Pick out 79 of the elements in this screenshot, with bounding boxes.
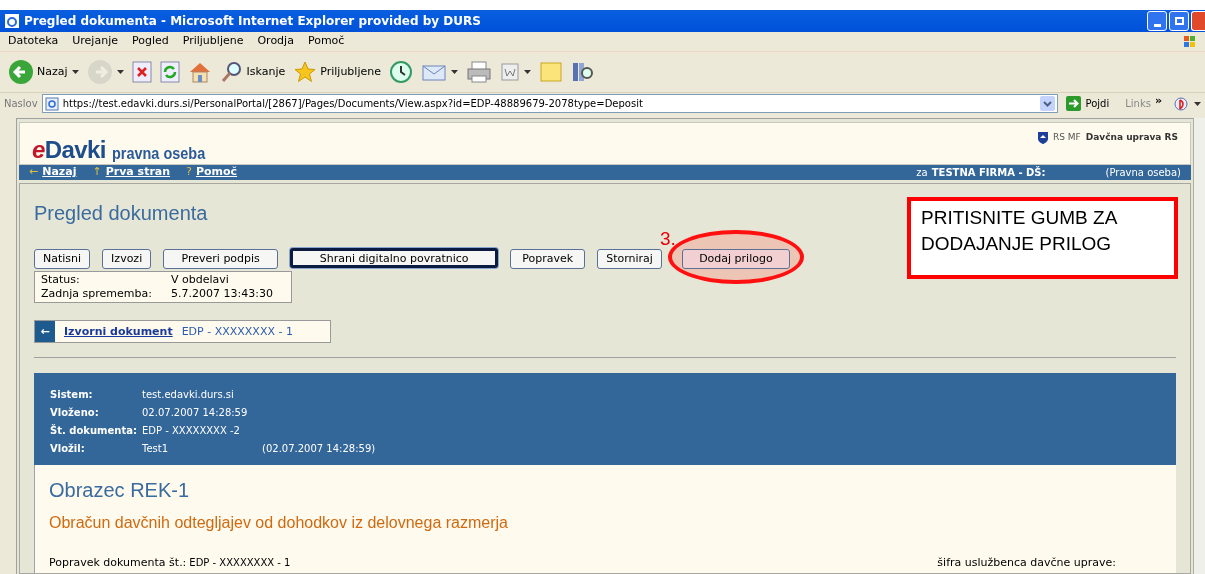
menu-item[interactable]: Orodja	[257, 33, 294, 50]
action-button[interactable]: Popravek	[510, 249, 586, 270]
status-label: Status:	[41, 273, 81, 288]
officer-code-label: šifra uslužbenca davčne uprave:	[937, 555, 1116, 572]
status-value: V obdelavi	[171, 273, 230, 288]
document-icon	[499, 62, 520, 82]
vertical-scrollbar[interactable]	[1193, 118, 1205, 574]
windows-flag-icon	[1183, 34, 1197, 49]
books-icon	[570, 60, 595, 84]
user-prefix: za	[916, 166, 928, 180]
history-clock-icon	[388, 60, 413, 84]
toolbar-button[interactable]: Iskanje	[219, 60, 286, 84]
refresh-icon	[159, 61, 180, 83]
action-button[interactable]: Natisni	[34, 249, 91, 270]
ie-page-icon	[44, 96, 59, 111]
dropdown-caret-icon[interactable]	[523, 70, 531, 74]
info-label: Št. dokumenta:	[50, 423, 138, 439]
toolbar-button[interactable]	[570, 60, 595, 84]
action-button[interactable]: Dodaj prilogo	[681, 249, 790, 270]
nav-link[interactable]: ? Pomoč	[186, 164, 238, 181]
site-subtitle: pravna oseba	[111, 145, 205, 162]
go-button[interactable]: Pojdi	[1062, 96, 1114, 111]
ie-page-icon	[4, 13, 20, 29]
info-label: Vloženo:	[50, 406, 100, 421]
printer-icon	[465, 60, 492, 84]
minimize-button[interactable]	[1147, 11, 1167, 31]
close-button[interactable]	[1191, 11, 1205, 31]
toolbar-button[interactable]: Priljubljene	[293, 60, 381, 84]
toolbar-button[interactable]	[388, 60, 413, 84]
pdf-icon[interactable]	[1174, 95, 1190, 112]
search-icon	[219, 60, 244, 84]
address-label: Naslov	[4, 97, 38, 111]
star-icon	[293, 60, 318, 84]
source-document-link[interactable]: Izvorni dokument	[64, 323, 173, 340]
user-name: TESTNA FIRMA - DŠ:	[931, 165, 1046, 180]
window-title: Pregled dokumenta - Microsoft Internet Explorer provided by DURS	[24, 13, 481, 30]
action-button[interactable]: Izvozi	[102, 249, 152, 270]
authority-name: Davčna uprava RS	[1085, 131, 1178, 144]
info-label: Vložil:	[50, 442, 86, 457]
toolbar-button[interactable]: Nazaj	[8, 59, 68, 85]
coat-of-arms-icon	[1038, 131, 1048, 144]
action-button[interactable]: Storniraj	[597, 249, 662, 270]
instruction-box: PRITISNITE GUMB ZA DODAJANJE PRILOG	[907, 197, 1178, 279]
stop-icon	[131, 61, 152, 83]
source-document-number: EDP - XXXXXXXX - 1	[181, 323, 293, 340]
correction-number: EDP - XXXXXXXX - 1	[189, 556, 291, 571]
action-button[interactable]: Preveri podpis	[163, 249, 279, 270]
dropdown-caret-icon[interactable]	[71, 70, 79, 74]
info-extra: (02.07.2007 14:28:59)	[262, 442, 376, 457]
status-label: Zadnja sprememba:	[41, 287, 153, 302]
info-value: test.edavki.durs.si	[142, 388, 235, 403]
page-title: Pregled dokumenta	[34, 201, 209, 226]
step-number: 3.	[660, 227, 676, 251]
menu-item[interactable]: Urejanje	[72, 33, 118, 50]
note-icon	[538, 60, 563, 84]
form-subtitle: Obračun davčnih odtegljajev od dohodkov iz delovnega razmerja	[49, 513, 509, 534]
dropdown-caret-icon[interactable]	[450, 70, 458, 74]
nav-link[interactable]: ← Nazaj	[29, 164, 77, 181]
nav-link[interactable]: ↑ Prva stran	[92, 164, 171, 181]
status-value: 5.7.2007 13:43:30	[171, 287, 274, 302]
info-label: Sistem:	[50, 388, 94, 403]
info-value: EDP - XXXXXXXX -2	[142, 424, 241, 439]
dropdown-caret-icon[interactable]	[1194, 101, 1201, 106]
authority-prefix: RS MF	[1053, 131, 1081, 144]
info-value: 02.07.2007 14:28:59	[142, 406, 249, 421]
menu-item[interactable]: Datoteka	[8, 33, 59, 50]
chevron-text[interactable]: »	[1154, 93, 1162, 110]
go-arrow-icon	[1066, 96, 1082, 111]
menu-item[interactable]: Priljubljene	[182, 33, 244, 50]
correction-label: Popravek dokumenta št.:	[49, 555, 187, 572]
restore-button[interactable]	[1169, 11, 1189, 31]
site-logo: eDavki	[32, 138, 106, 162]
action-button[interactable]: Shrani digitalno povratnico	[290, 248, 499, 269]
menu-item[interactable]: Pomoč	[307, 33, 345, 50]
user-type: (Pravna oseba)	[1105, 166, 1181, 180]
menu-item[interactable]: Pogled	[131, 33, 169, 50]
info-value: Test1	[142, 442, 170, 457]
address-field[interactable]: https://test.edavki.durs.si/PersonalPortal/[2867]/Pages/Documents/View.aspx?id=EDP-48889679-2078type=Deposit	[41, 94, 1059, 113]
form-title: Obrazec REK-1	[49, 478, 191, 504]
